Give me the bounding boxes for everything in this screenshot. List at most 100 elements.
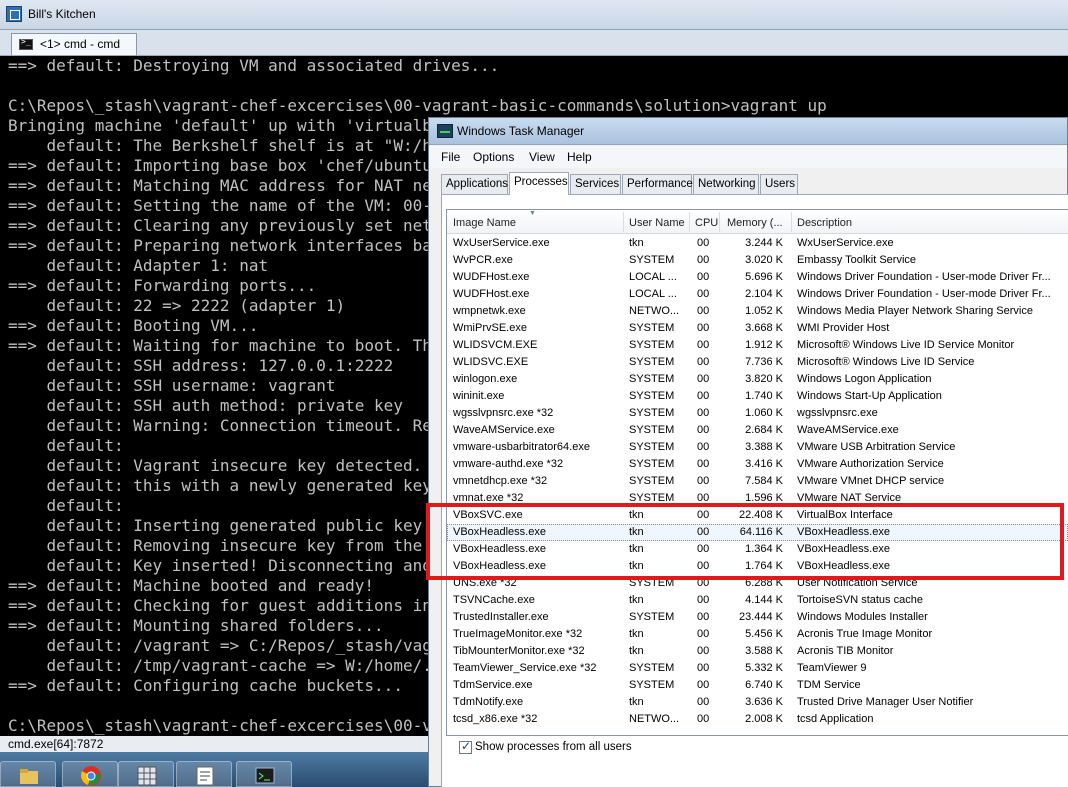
process-memory: 2.008 K [745, 713, 783, 725]
process-row[interactable]: WUDFHost.exe LOCAL ... 00 5.696 K Windows Dr… [447, 269, 1068, 286]
process-cpu: 00 [697, 271, 710, 283]
tab-services[interactable]: Services [570, 174, 621, 194]
tab-processes[interactable]: Processes [509, 172, 569, 195]
task-manager-window: Windows Task Manager File Options View H… [428, 117, 1068, 787]
process-cpu: 00 [697, 254, 710, 266]
process-image-name: wgsslvpnsrc.exe *32 [453, 407, 554, 419]
process-image-name: TeamViewer_Service.exe *32 [453, 662, 597, 674]
process-row[interactable]: TibMounterMonitor.exe *32 tkn 00 3.588 K Acr… [447, 643, 1068, 660]
process-memory: 3.636 K [745, 696, 783, 708]
process-cpu: 00 [697, 645, 710, 657]
process-row[interactable]: vmware-usbarbitrator64.exe SYSTEM 00 3.388 … [447, 439, 1068, 456]
process-description: Trusted Drive Manager User Notifier [797, 696, 974, 708]
terminal-icon [255, 767, 275, 784]
taskbar-button-grid-app[interactable] [118, 761, 174, 787]
process-row[interactable]: WxUserService.exe tkn 00 3.244 K WxUserServi… [447, 235, 1068, 252]
process-image-name: WUDFHost.exe [453, 288, 530, 300]
process-image-name: WxUserService.exe [453, 237, 550, 249]
process-image-name: TrueImageMonitor.exe *32 [453, 628, 583, 640]
task-manager-titlebar[interactable]: Windows Task Manager [429, 118, 1067, 145]
console-line: ==> default: Destroying VM and associate… [8, 56, 500, 75]
process-row[interactable]: tcsd_x86.exe *32 NETWO... 00 2.008 K tcsd Ap… [447, 711, 1068, 728]
process-row[interactable]: TdmService.exe SYSTEM 00 6.740 K TDM Service [447, 677, 1068, 694]
column-user-name[interactable]: User Name [629, 217, 685, 229]
process-cpu: 00 [697, 594, 710, 606]
process-description: Windows Driver Foundation - User-mode Dr… [797, 288, 1051, 300]
menu-options[interactable]: Options [473, 150, 514, 164]
process-user-name: NETWO... [629, 305, 680, 317]
process-row[interactable]: vmnetdhcp.exe *32 SYSTEM 00 7.584 K VMware V… [447, 473, 1068, 490]
column-separator[interactable] [719, 212, 720, 232]
console-window-title: Bill's Kitchen [28, 7, 96, 21]
process-cpu: 00 [697, 628, 710, 640]
process-row[interactable]: wininit.exe SYSTEM 00 1.740 K Windows Start-… [447, 388, 1068, 405]
tab-applications[interactable]: Applications [441, 174, 508, 194]
taskbar [0, 752, 430, 787]
process-user-name: SYSTEM [629, 611, 675, 623]
process-user-name: SYSTEM [629, 322, 675, 334]
menu-file[interactable]: File [441, 150, 460, 164]
process-row[interactable]: TdmNotify.exe tkn 00 3.636 K Trusted Drive M… [447, 694, 1068, 711]
taskbar-button-explorer[interactable] [0, 761, 56, 787]
annotation-highlight-box [426, 503, 1064, 580]
process-memory: 3.388 K [745, 441, 783, 453]
menu-help[interactable]: Help [567, 150, 592, 164]
process-description: Windows Logon Application [797, 373, 932, 385]
process-user-name: SYSTEM [629, 679, 675, 691]
process-user-name: SYSTEM [629, 373, 675, 385]
process-row[interactable]: WLIDSVCM.EXE SYSTEM 00 1.912 K Microsoft® Wi… [447, 337, 1068, 354]
tab-strip: Applications Processes Services Performa… [441, 172, 1061, 195]
process-user-name: tkn [629, 628, 644, 640]
column-description[interactable]: Description [797, 217, 852, 229]
menu-view[interactable]: View [529, 150, 555, 164]
process-row[interactable]: vmware-authd.exe *32 SYSTEM 00 3.416 K VMwar… [447, 456, 1068, 473]
process-row[interactable]: WvPCR.exe SYSTEM 00 3.020 K Embassy Toolkit … [447, 252, 1068, 269]
column-image-name[interactable]: Image Name [453, 217, 516, 229]
taskbar-button-notepad[interactable] [176, 761, 232, 787]
process-user-name: tkn [629, 645, 644, 657]
process-row[interactable]: WaveAMService.exe SYSTEM 00 2.684 K WaveAMSe… [447, 422, 1068, 439]
column-cpu[interactable]: CPU [695, 217, 718, 229]
process-description: Acronis True Image Monitor [797, 628, 933, 640]
process-cpu: 00 [697, 356, 710, 368]
process-row[interactable]: TeamViewer_Service.exe *32 SYSTEM 00 5.332 … [447, 660, 1068, 677]
process-user-name: NETWO... [629, 713, 680, 725]
process-row[interactable]: winlogon.exe SYSTEM 00 3.820 K Windows Logon… [447, 371, 1068, 388]
tab-users[interactable]: Users [760, 174, 798, 194]
process-memory: 23.444 K [738, 611, 783, 623]
process-row[interactable]: TSVNCache.exe tkn 00 4.144 K TortoiseSVN sta… [447, 592, 1068, 609]
tab-networking[interactable]: Networking [693, 174, 759, 194]
taskbar-button-chrome[interactable] [62, 761, 118, 787]
process-description: VMware VMnet DHCP service [797, 475, 945, 487]
process-row[interactable]: wgsslvpnsrc.exe *32 SYSTEM 00 1.060 K wgsslv… [447, 405, 1068, 422]
column-separator[interactable] [623, 212, 624, 232]
process-user-name: LOCAL ... [629, 288, 677, 300]
column-separator[interactable] [791, 212, 792, 232]
process-cpu: 00 [697, 611, 710, 623]
tab-performance[interactable]: Performance [622, 174, 693, 194]
sort-arrow-icon: ▼ [529, 210, 536, 217]
process-row[interactable]: WUDFHost.exe LOCAL ... 00 2.104 K Windows Dr… [447, 286, 1068, 303]
process-memory: 7.736 K [745, 356, 783, 368]
process-user-name: SYSTEM [629, 424, 675, 436]
process-image-name: winlogon.exe [453, 373, 518, 385]
process-description: Acronis TIB Monitor [797, 645, 894, 657]
process-image-name: wininit.exe [453, 390, 505, 402]
console-tab-cmd[interactable]: <1> cmd - cmd [11, 33, 137, 55]
process-image-name: WaveAMService.exe [453, 424, 555, 436]
column-memory[interactable]: Memory (... [727, 217, 783, 229]
process-row[interactable]: TrustedInstaller.exe SYSTEM 00 23.444 K Wind… [447, 609, 1068, 626]
process-cpu: 00 [697, 424, 710, 436]
process-row[interactable]: TrueImageMonitor.exe *32 tkn 00 5.456 K Acro… [447, 626, 1068, 643]
show-all-processes-checkbox[interactable] [459, 739, 472, 754]
process-memory: 3.588 K [745, 645, 783, 657]
taskbar-button-terminal[interactable] [236, 761, 292, 787]
process-row[interactable]: WmiPrvSE.exe SYSTEM 00 3.668 K WMI Provider … [447, 320, 1068, 337]
column-separator[interactable] [689, 212, 690, 232]
process-list[interactable]: ▼ Image Name User Name CPU Memory (... D… [446, 209, 1068, 736]
process-row[interactable]: wmpnetwk.exe NETWO... 00 1.052 K Windows Med… [447, 303, 1068, 320]
process-description: VMware USB Arbitration Service [797, 441, 956, 453]
console-line: C:\Repos\_stash\vagrant-chef-excercises\… [8, 96, 827, 115]
console-tab-label: <1> cmd - cmd [40, 37, 121, 51]
process-row[interactable]: WLIDSVC.EXE SYSTEM 00 7.736 K Microsoft® Win… [447, 354, 1068, 371]
